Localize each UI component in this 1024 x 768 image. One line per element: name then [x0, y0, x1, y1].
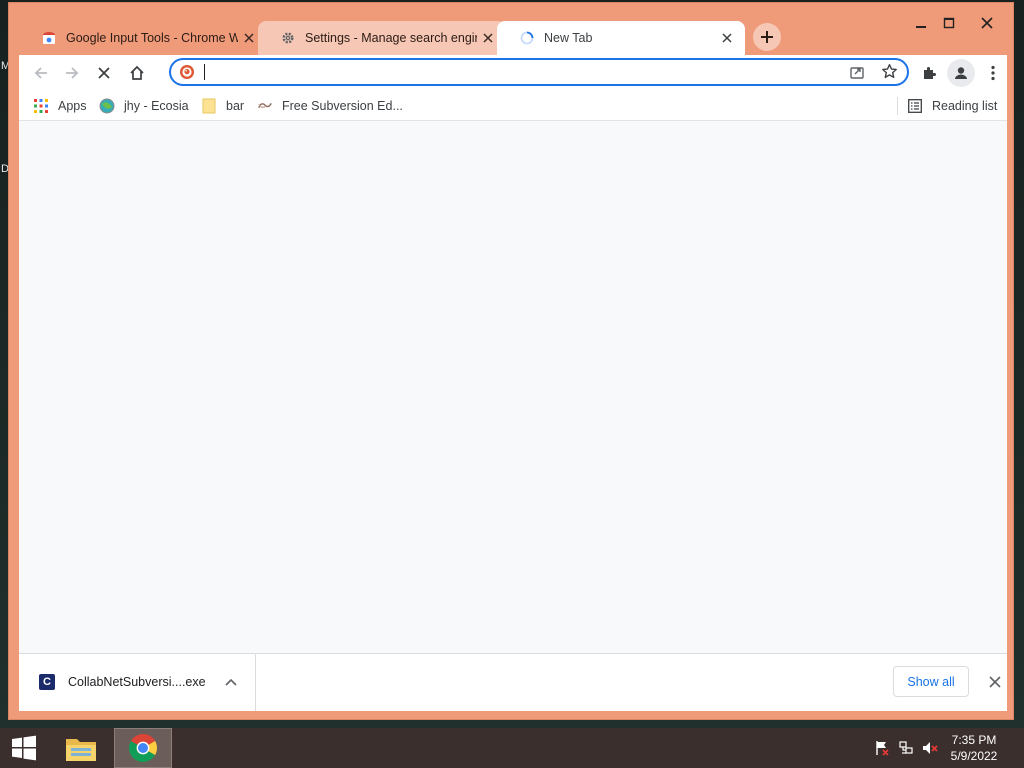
close-window-button[interactable] [973, 13, 1001, 33]
toolbar [19, 55, 1007, 91]
clock-date: 5/9/2022 [950, 749, 998, 763]
duckduckgo-icon [179, 64, 195, 80]
download-shelf: C CollabNetSubversi....exe Show all [19, 653, 1007, 711]
share-icon [850, 67, 864, 79]
bookmark-label: Apps [58, 99, 87, 113]
tab-new-tab[interactable]: New Tab [497, 21, 745, 55]
action-center-flag-icon[interactable] [872, 728, 892, 768]
close-icon [722, 33, 732, 43]
collabnet-file-icon: C [39, 674, 55, 690]
close-icon [483, 33, 493, 43]
new-tab-button[interactable] [753, 23, 781, 51]
tab-close-button[interactable] [480, 30, 496, 46]
apps-grid-icon [33, 98, 49, 114]
network-icon[interactable] [896, 728, 916, 768]
bookmark-ecosia[interactable]: jhy - Ecosia [99, 97, 189, 115]
bookmarks-bar: Apps jhy - Ecosia bar Free Subversion Ed… [19, 91, 1007, 121]
ecosia-globe-icon [99, 98, 115, 114]
tab-close-button[interactable] [719, 30, 735, 46]
extensions-button[interactable] [915, 59, 943, 87]
share-button[interactable] [849, 64, 867, 82]
download-item[interactable]: C CollabNetSubversi....exe [19, 654, 256, 711]
close-icon [244, 33, 254, 43]
avatar-icon [955, 67, 967, 79]
chevron-up-icon [225, 678, 237, 686]
chrome-logo-icon [129, 734, 157, 762]
maximize-icon [943, 17, 955, 29]
loading-spinner-icon [519, 30, 535, 46]
back-button[interactable] [27, 59, 55, 87]
close-icon [989, 676, 1001, 688]
volume-muted-icon[interactable] [920, 728, 940, 768]
system-clock[interactable]: 7:35 PM 5/9/2022 [944, 732, 1004, 764]
bookmark-folder-bar[interactable]: bar [201, 97, 244, 115]
tab-title: New Tab [544, 31, 593, 45]
home-button[interactable] [123, 59, 151, 87]
close-icon [981, 17, 993, 29]
minimize-icon [916, 26, 926, 28]
star-icon [882, 64, 897, 79]
bookmark-star-button[interactable] [881, 63, 899, 81]
more-vert-icon [991, 65, 995, 81]
plus-icon [761, 31, 773, 43]
stop-loading-button[interactable] [90, 59, 118, 87]
text-caret [204, 64, 205, 80]
windows-logo-icon [12, 735, 36, 761]
taskbar: 7:35 PM 5/9/2022 [0, 728, 1024, 768]
browser-window: Google Input Tools - Chrome We Settings … [8, 2, 1014, 720]
tab-title: Google Input Tools - Chrome We [66, 31, 238, 45]
arrow-right-icon [66, 67, 79, 79]
maximize-button[interactable] [935, 13, 963, 33]
puzzle-icon [924, 67, 936, 79]
minimize-button[interactable] [907, 13, 935, 33]
bookmark-apps[interactable]: Apps [33, 97, 87, 115]
tab-settings[interactable]: Settings - Manage search engine [258, 21, 506, 55]
reading-list-icon [907, 98, 923, 114]
download-filename: CollabNetSubversi....exe [68, 675, 206, 689]
page-content[interactable] [19, 121, 1007, 653]
menu-button[interactable] [979, 59, 1007, 87]
folder-icon [66, 739, 96, 761]
reading-list-label: Reading list [932, 99, 998, 113]
folder-icon [201, 98, 217, 114]
file-explorer-button[interactable] [58, 728, 104, 768]
forward-button[interactable] [58, 59, 86, 87]
address-input[interactable] [203, 63, 803, 81]
start-button[interactable] [0, 728, 48, 768]
close-icon [98, 67, 110, 79]
home-icon [130, 65, 144, 80]
bookmark-free-subversion[interactable]: Free Subversion Ed... [257, 97, 403, 115]
chrome-webstore-icon [41, 30, 57, 46]
clock-time: 7:35 PM [951, 733, 997, 747]
reading-list-button[interactable]: Reading list [907, 97, 997, 115]
bookmark-label: Free Subversion Ed... [282, 99, 403, 113]
arrow-left-icon [34, 67, 47, 79]
address-bar[interactable] [169, 58, 909, 86]
close-download-shelf-button[interactable] [987, 674, 1003, 690]
tab-google-input-tools[interactable]: Google Input Tools - Chrome We [19, 21, 267, 55]
bookmarks-divider [897, 97, 898, 115]
bookmark-label: bar [226, 99, 245, 113]
bookmark-label: jhy - Ecosia [124, 99, 189, 113]
chrome-taskbar-button[interactable] [114, 728, 172, 768]
tab-close-button[interactable] [241, 30, 257, 46]
profile-button[interactable] [947, 59, 975, 87]
gear-icon [280, 30, 296, 46]
download-options-button[interactable] [223, 674, 239, 690]
subversion-icon [257, 98, 273, 114]
tab-title: Settings - Manage search engine [305, 31, 477, 45]
show-all-button[interactable]: Show all [893, 666, 969, 697]
